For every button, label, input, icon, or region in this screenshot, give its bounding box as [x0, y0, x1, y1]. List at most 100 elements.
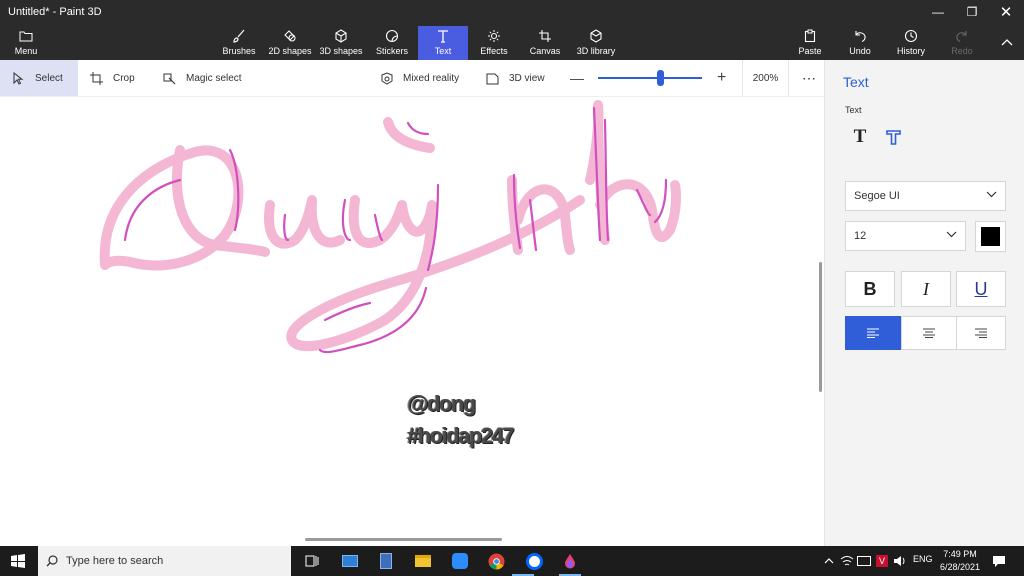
zoom-in-button[interactable]: +	[717, 60, 726, 96]
paste-icon	[804, 29, 816, 43]
minimize-button[interactable]: —	[921, 2, 955, 22]
font-family-dropdown[interactable]: Segoe UI	[845, 181, 1006, 211]
select-button[interactable]: Select	[0, 60, 78, 96]
3d-shapes-icon	[335, 29, 347, 43]
tray-chevron-up-icon[interactable]	[820, 552, 838, 570]
3d-text-icon[interactable]	[883, 126, 905, 148]
text-color-swatch[interactable]	[975, 221, 1006, 252]
font-size-dropdown[interactable]: 12	[845, 221, 966, 251]
underline-button[interactable]: U	[956, 271, 1006, 307]
text-icon	[438, 30, 448, 43]
text-side-panel: Text Text T Segoe UI 12 B I U	[824, 60, 1024, 546]
antivirus-icon[interactable]: V	[873, 552, 891, 570]
2d-text-icon[interactable]: T	[849, 126, 871, 148]
taskbar: Type here to search V ENG 7:49 PM 6/28/2…	[0, 546, 1024, 576]
vertical-scrollbar[interactable]	[819, 262, 822, 392]
language-indicator[interactable]: ENG	[913, 554, 933, 564]
tool-label: 3D library	[576, 46, 616, 56]
watermark-line-1: @dong	[407, 391, 476, 416]
file-explorer-icon[interactable]	[414, 552, 432, 570]
tool-label: Brushes	[222, 46, 256, 56]
zoom-level[interactable]: 200%	[742, 60, 789, 96]
crop-icon	[90, 71, 103, 85]
mixed-reality-button[interactable]: Mixed reality	[380, 60, 459, 96]
italic-button[interactable]: I	[901, 271, 951, 307]
zoom-app-icon[interactable]	[451, 552, 469, 570]
cursor-icon	[13, 71, 24, 85]
menu-button[interactable]: Menu	[6, 26, 46, 60]
volume-icon[interactable]	[891, 552, 909, 570]
horizontal-scrollbar[interactable]	[305, 538, 502, 541]
maximize-button[interactable]: ❐	[955, 2, 989, 22]
taskbar-search-input[interactable]: Type here to search	[38, 546, 291, 576]
notifications-icon[interactable]	[990, 552, 1008, 570]
handwriting-drawing	[99, 100, 681, 354]
redo-button[interactable]: Redo	[948, 26, 976, 60]
clock-time[interactable]: 7:49 PM	[940, 549, 980, 559]
tool-label: Paste	[798, 46, 822, 56]
3d-view-icon	[486, 73, 499, 84]
tool-label: History	[896, 46, 925, 56]
tool-effects[interactable]: Effects	[476, 26, 512, 60]
more-options-button[interactable]: ⋯	[802, 60, 816, 96]
calculator-icon[interactable]	[377, 552, 395, 570]
3d-library-icon	[590, 29, 602, 43]
collapse-ribbon-icon[interactable]	[990, 32, 1024, 52]
windows-start-icon[interactable]	[9, 552, 27, 570]
align-right-button[interactable]	[956, 316, 1006, 350]
font-size-value: 12	[854, 230, 867, 242]
close-button[interactable]: ✕	[989, 2, 1023, 22]
keyboard-icon[interactable]	[855, 552, 873, 570]
3d-view-button[interactable]: 3D view	[486, 60, 545, 96]
redo-icon	[956, 31, 967, 43]
mixed-reality-icon	[381, 71, 393, 85]
align-left-button[interactable]	[845, 316, 901, 350]
chrome-icon[interactable]	[487, 552, 505, 570]
tool-label: Text	[434, 46, 452, 56]
effects-icon	[488, 30, 500, 42]
align-center-icon	[923, 328, 935, 338]
canvas-icon	[539, 30, 551, 42]
tool-label: Canvas	[529, 46, 561, 56]
ribbon: Untitled* - Paint 3D — ❐ ✕ Menu Brushes …	[0, 0, 1024, 60]
tool-2d-shapes[interactable]: 2D shapes	[266, 26, 314, 60]
crop-button[interactable]: Crop	[90, 60, 135, 96]
tool-label: 2D shapes	[268, 46, 312, 56]
magic-select-button[interactable]: Magic select	[163, 60, 242, 96]
chevron-down-icon	[986, 190, 997, 201]
align-right-icon	[975, 328, 987, 338]
task-view-icon[interactable]	[303, 552, 321, 570]
history-button[interactable]: History	[895, 26, 927, 60]
zoom-slider[interactable]	[598, 70, 702, 86]
drawing-canvas[interactable]: @dong #hoidap247	[0, 97, 824, 546]
tool-text[interactable]: Text	[418, 26, 468, 60]
zoom-out-button[interactable]: —	[570, 60, 584, 96]
paste-button[interactable]: Paste	[796, 26, 824, 60]
tool-brushes[interactable]: Brushes	[220, 26, 258, 60]
brush-icon	[233, 29, 245, 43]
2d-shapes-icon	[284, 30, 296, 42]
command-bar: Select Crop Magic select Mixed reality 3…	[0, 60, 824, 97]
network-icon[interactable]	[838, 552, 856, 570]
zalo-icon[interactable]	[525, 552, 543, 570]
mail-icon[interactable]	[341, 552, 359, 570]
align-center-button[interactable]	[901, 316, 957, 350]
bold-button[interactable]: B	[845, 271, 895, 307]
3d-view-label: 3D view	[509, 72, 545, 84]
tool-stickers[interactable]: Stickers	[372, 26, 412, 60]
tool-label: 3D shapes	[319, 46, 363, 56]
tool-label: Effects	[480, 46, 508, 56]
magic-select-icon	[163, 73, 176, 84]
tool-canvas[interactable]: Canvas	[526, 26, 564, 60]
align-left-icon	[867, 328, 879, 338]
mixed-reality-label: Mixed reality	[403, 72, 460, 84]
stickers-icon	[385, 29, 399, 43]
crop-label: Crop	[113, 72, 135, 84]
clock-date[interactable]: 6/28/2021	[937, 562, 983, 572]
tool-3d-library[interactable]: 3D library	[574, 26, 618, 60]
undo-button[interactable]: Undo	[846, 26, 874, 60]
zoom-slider-thumb[interactable]	[656, 70, 664, 86]
tool-3d-shapes[interactable]: 3D shapes	[318, 26, 364, 60]
paint-3d-taskbar-icon[interactable]	[561, 552, 579, 570]
menu-label: Menu	[14, 46, 38, 56]
